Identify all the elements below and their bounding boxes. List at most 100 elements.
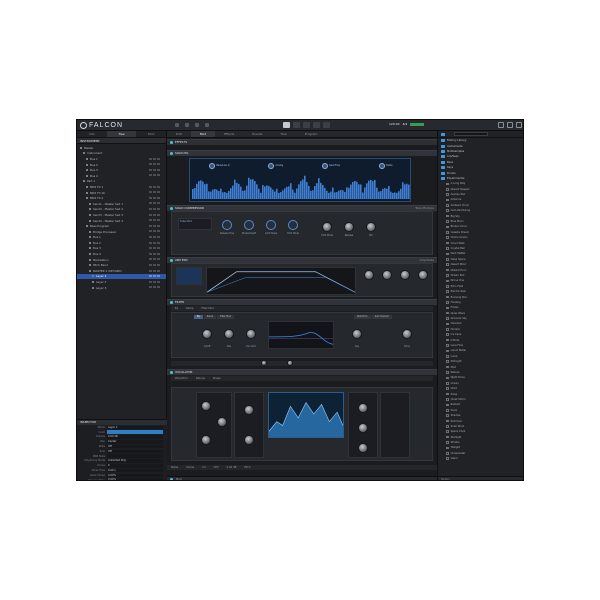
env-power-icon[interactable] xyxy=(170,258,173,262)
tree-item-toggle[interactable] xyxy=(153,157,156,160)
redo-icon[interactable] xyxy=(185,123,189,127)
tree-item-toggle[interactable] xyxy=(153,230,156,233)
tree-item-toggle[interactable] xyxy=(153,286,156,289)
tab-info[interactable]: Info xyxy=(77,131,107,137)
tree-item-toggle[interactable] xyxy=(153,280,156,283)
tree-toggle-icon[interactable] xyxy=(89,230,91,233)
tree-item-toggle[interactable] xyxy=(149,230,152,233)
tree-toggle-icon[interactable] xyxy=(89,241,91,244)
envelope-header[interactable]: AMP ENV Amplitude xyxy=(167,257,437,263)
comp-knob-2[interactable] xyxy=(244,220,254,230)
osc-knob-r3[interactable] xyxy=(358,443,368,453)
tree-item-toggle[interactable] xyxy=(149,263,152,266)
tab-tree-view[interactable]: Tree xyxy=(272,131,296,137)
tree-item-toggle[interactable] xyxy=(153,263,156,266)
tree-item-toggle[interactable] xyxy=(149,258,152,261)
tree-item-toggle[interactable] xyxy=(153,219,156,222)
tree-toggle-icon[interactable] xyxy=(89,258,91,261)
tree-item-toggle[interactable] xyxy=(157,208,160,211)
eq-analyzer[interactable]: Bass/Low Q Analog Gain/Freq Treble xyxy=(189,158,411,202)
filter-power-icon[interactable] xyxy=(170,300,173,304)
tree-item-toggle[interactable] xyxy=(157,202,160,205)
tree-item-toggle[interactable] xyxy=(157,157,160,160)
tree-item-toggle[interactable] xyxy=(157,275,160,278)
play-button[interactable] xyxy=(283,122,290,128)
osc-knob-r2[interactable] xyxy=(358,423,368,433)
oscillator-header[interactable]: OSCILLATOR xyxy=(167,369,437,375)
power-icon[interactable] xyxy=(170,140,173,144)
inspector-value[interactable]: 0.00% xyxy=(107,478,163,480)
loop-button[interactable] xyxy=(313,122,320,128)
tree-toggle-icon[interactable] xyxy=(89,264,91,267)
tree-item-toggle[interactable] xyxy=(149,213,152,216)
tree-item-toggle[interactable] xyxy=(153,202,156,205)
mod-knob-1[interactable] xyxy=(261,360,267,367)
modulation-label[interactable]: Mod xyxy=(173,478,184,480)
filter-knob-env[interactable] xyxy=(246,329,256,339)
tree-item-toggle[interactable] xyxy=(153,191,156,194)
env-knob-2[interactable] xyxy=(382,270,392,280)
tree-item-toggle[interactable] xyxy=(157,258,160,261)
settings-icon[interactable] xyxy=(205,123,209,127)
tree-item-toggle[interactable] xyxy=(153,269,156,272)
tree-toggle-icon[interactable] xyxy=(86,163,88,166)
browser-search-input[interactable] xyxy=(454,132,488,136)
env-mode[interactable]: Amplitude xyxy=(420,258,434,262)
tree-item-toggle[interactable] xyxy=(149,252,152,255)
tree-item-toggle[interactable] xyxy=(149,157,152,160)
tree-toggle-icon[interactable] xyxy=(86,185,88,188)
tree-item-toggle[interactable] xyxy=(149,191,152,194)
tree-item-toggle[interactable] xyxy=(149,219,152,222)
env-preset-box[interactable] xyxy=(176,267,202,285)
filter-knob-cutoff[interactable] xyxy=(202,329,212,339)
compressor-header[interactable]: SOLID COMPRESSOR Tube Modular xyxy=(167,205,437,211)
tree-item-toggle[interactable] xyxy=(157,185,160,188)
tree-item-toggle[interactable] xyxy=(153,208,156,211)
tab-tree[interactable]: Tree xyxy=(106,131,137,137)
wavetable-display[interactable] xyxy=(268,392,344,438)
tree-item-toggle[interactable] xyxy=(157,236,160,238)
tree-item-toggle[interactable] xyxy=(157,213,160,216)
tree-toggle-icon[interactable] xyxy=(83,180,85,183)
inspector-value[interactable]: Off xyxy=(107,444,163,449)
tree-item-toggle[interactable] xyxy=(149,163,152,166)
tree-toggle-icon[interactable] xyxy=(86,225,88,228)
eq-knob-1[interactable]: Bass/Low Q xyxy=(209,162,230,169)
tree-item-toggle[interactable] xyxy=(153,252,156,255)
tab-mod[interactable]: Mod xyxy=(136,131,166,137)
eq-knob-3[interactable]: Gain/Freq xyxy=(321,162,340,169)
folder-icon[interactable] xyxy=(441,132,445,136)
osc-power-icon[interactable] xyxy=(170,370,173,374)
tab-edit[interactable]: Edit xyxy=(167,131,191,137)
tab-events[interactable]: Events xyxy=(243,131,271,137)
tree-item-toggle[interactable] xyxy=(149,236,152,238)
eq-knob-dial[interactable] xyxy=(321,162,328,169)
tree-toggle-icon[interactable] xyxy=(89,213,91,216)
tree-item-toggle[interactable] xyxy=(153,185,156,188)
env-knob-3[interactable] xyxy=(400,270,410,280)
tree-toggle-icon[interactable] xyxy=(92,286,94,289)
eq-knob-2[interactable]: Analog xyxy=(268,162,283,169)
stop-button[interactable] xyxy=(293,122,300,128)
tree-item-toggle[interactable] xyxy=(149,168,152,171)
comp-knob-1[interactable] xyxy=(222,220,232,230)
filter-tab-sub[interactable]: Sub Channel xyxy=(371,315,392,319)
osc-sub-3[interactable]: Shape xyxy=(209,377,225,380)
osc-knob-mix[interactable] xyxy=(244,435,254,445)
comp-power-icon[interactable] xyxy=(170,206,173,210)
inspector-value[interactable]: 0 xyxy=(107,463,163,468)
envelope-graph[interactable] xyxy=(206,267,356,295)
tab-effects[interactable]: Effects xyxy=(215,131,243,137)
tree-item-toggle[interactable] xyxy=(153,213,156,216)
mod-knob-2[interactable] xyxy=(287,360,293,367)
tree-item-toggle[interactable] xyxy=(157,241,160,244)
eq-knob-dial[interactable] xyxy=(209,162,216,169)
tree-item-toggle[interactable] xyxy=(153,236,156,238)
inspector-value[interactable]: 0.00 dB xyxy=(107,435,163,439)
eq-knob-dial[interactable] xyxy=(378,162,385,169)
filter-knob-key[interactable] xyxy=(352,329,362,339)
tree-item-toggle[interactable] xyxy=(157,174,160,177)
tree-item-toggle[interactable] xyxy=(157,196,160,199)
osc-sub-1[interactable]: Waveform xyxy=(171,377,192,380)
tempo-value[interactable]: 120.00 xyxy=(389,122,400,126)
